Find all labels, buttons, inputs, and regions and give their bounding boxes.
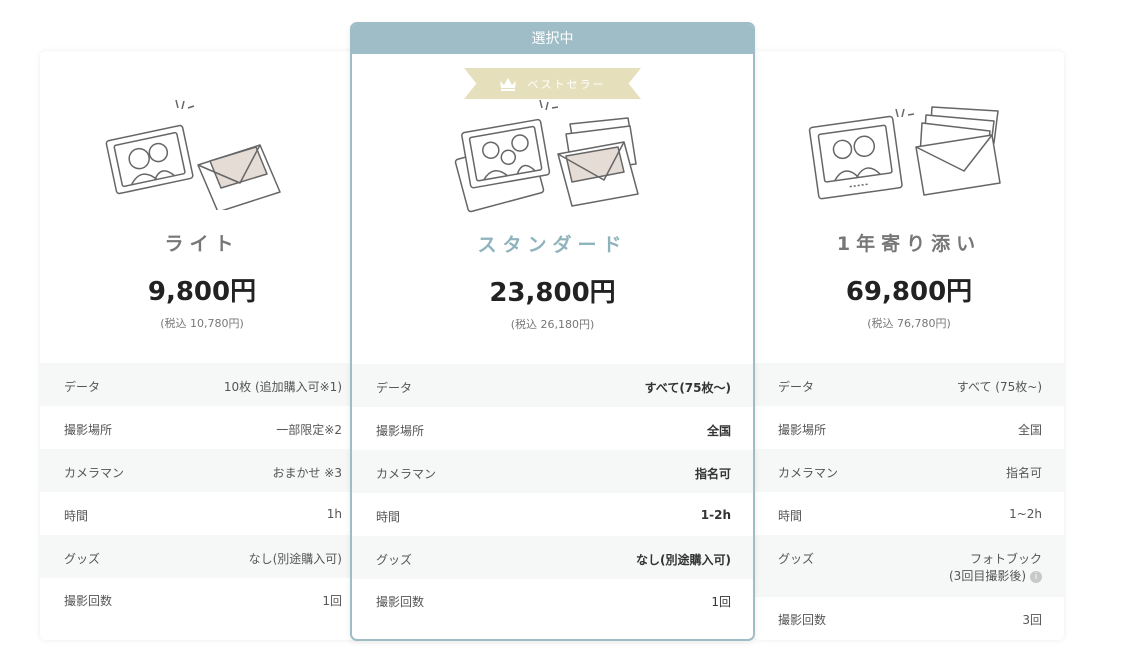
photo-stack-envelope-illustration [808,106,1001,200]
plan-details: データ 10枚 (追加購入可※1) 撮影場所 一部限定※2 カメラマン おまかせ… [40,363,364,621]
detail-label: 撮影回数 [778,613,827,627]
detail-label: カメラマン [376,467,437,481]
detail-row-goods: グッズ なし(別途購入可) [352,536,753,579]
detail-row-data: データ すべて(75枚〜) [352,364,753,407]
detail-row-location: 撮影場所 一部限定※2 [40,406,364,449]
detail-label: 撮影回数 [64,594,113,608]
detail-value-group: フォトブック (3回目撮影後) i [949,550,1042,584]
detail-row-time: 時間 1h [40,492,364,535]
detail-row-location: 撮影場所 全国 [754,406,1064,449]
detail-row-goods: グッズ なし(別途購入可) [40,535,364,578]
detail-value: すべて(75枚〜) [644,381,731,395]
detail-label: 撮影場所 [64,423,113,437]
plan-tax-price: (税込 76,780円) [867,317,951,330]
plan-name: スタンダード [477,234,628,256]
detail-value: 10枚 (追加購入可※1) [223,380,342,394]
plan-name: ライト [164,233,240,255]
plan-price: 23,800円 [489,278,616,308]
detail-row-photographer: カメラマン 指名可 [352,450,753,493]
plan-card-standard[interactable]: 選択中 ベストセラー スタンダード 23,800円 (税込 26,180円) デ… [350,22,755,641]
detail-row-goods: グッズ フォトブック (3回目撮影後) i [754,535,1064,597]
bestseller-badge: ベストセラー [464,68,641,99]
plan-price: 69,800円 [845,277,973,307]
detail-value: 1~2h [1009,507,1042,521]
selected-indicator: 選択中 [352,24,753,54]
plan-price: 9,800円 [147,277,257,307]
detail-value: 1回 [711,595,731,609]
detail-value: フォトブック [969,552,1042,566]
photo-stack-envelope-illustration [454,99,639,213]
detail-value: 1回 [322,594,342,608]
detail-value: すべて (75枚~) [956,380,1042,394]
plan-card-light[interactable]: ライト 9,800円 (税込 10,780円) データ 10枚 (追加購入可※1… [40,51,364,640]
detail-value: 1-2h [700,508,731,522]
plan-tax-price: (税込 26,180円) [510,318,595,331]
detail-label: カメラマン [778,466,839,480]
detail-row-photographer: カメラマン おまかせ ※3 [40,449,364,492]
detail-value: 全国 [706,424,731,438]
detail-label: グッズ [778,552,815,566]
detail-row-location: 撮影場所 全国 [352,407,753,450]
detail-value: なし(別途購入可) [636,553,731,567]
detail-value: おまかせ ※3 [272,466,342,480]
detail-label: 時間 [64,509,89,523]
detail-label: グッズ [376,553,413,567]
detail-row-sessions: 撮影回数 1回 [352,579,753,622]
plan-name: 1年寄り添い [836,233,982,255]
detail-label: カメラマン [64,466,125,480]
plan-card-year[interactable]: 1年寄り添い 69,800円 (税込 76,780円) データ すべて (75枚… [754,51,1064,640]
detail-label: データ [778,380,815,394]
detail-row-data: データ 10枚 (追加購入可※1) [40,363,364,406]
detail-row-time: 時間 1-2h [352,493,753,536]
detail-row-time: 時間 1~2h [754,492,1064,535]
badge-label: ベストセラー [527,77,606,91]
detail-label: 時間 [376,510,401,524]
detail-label: 時間 [778,509,803,523]
detail-label: 撮影場所 [376,424,425,438]
detail-value: 1h [326,507,342,521]
detail-value: 全国 [1017,423,1042,437]
detail-row-sessions: 撮影回数 3回 [754,597,1064,640]
detail-label: 撮影場所 [778,423,827,437]
detail-row-sessions: 撮影回数 1回 [40,578,364,621]
detail-value: 一部限定※2 [276,423,342,437]
plan-details: データ すべて(75枚〜) 撮影場所 全国 カメラマン 指名可 時間 1-2h … [352,364,753,622]
detail-label: データ [376,381,413,395]
info-icon[interactable]: i [1030,570,1042,583]
detail-row-photographer: カメラマン 指名可 [754,449,1064,492]
detail-value: なし(別途購入可) [248,552,342,566]
detail-label: データ [64,380,101,394]
photo-envelope-illustration [105,99,281,210]
detail-value: 指名可 [1005,466,1042,480]
crown-icon [500,77,517,91]
plan-details: データ すべて (75枚~) 撮影場所 全国 カメラマン 指名可 時間 1~2h… [754,363,1064,640]
detail-value: 3回 [1022,613,1042,627]
detail-row-data: データ すべて (75枚~) [754,363,1064,406]
detail-value: 指名可 [694,467,731,481]
detail-value-note: (3回目撮影後) [949,569,1026,583]
detail-label: 撮影回数 [376,595,425,609]
plan-tax-price: (税込 10,780円) [160,317,244,330]
detail-label: グッズ [64,552,101,566]
